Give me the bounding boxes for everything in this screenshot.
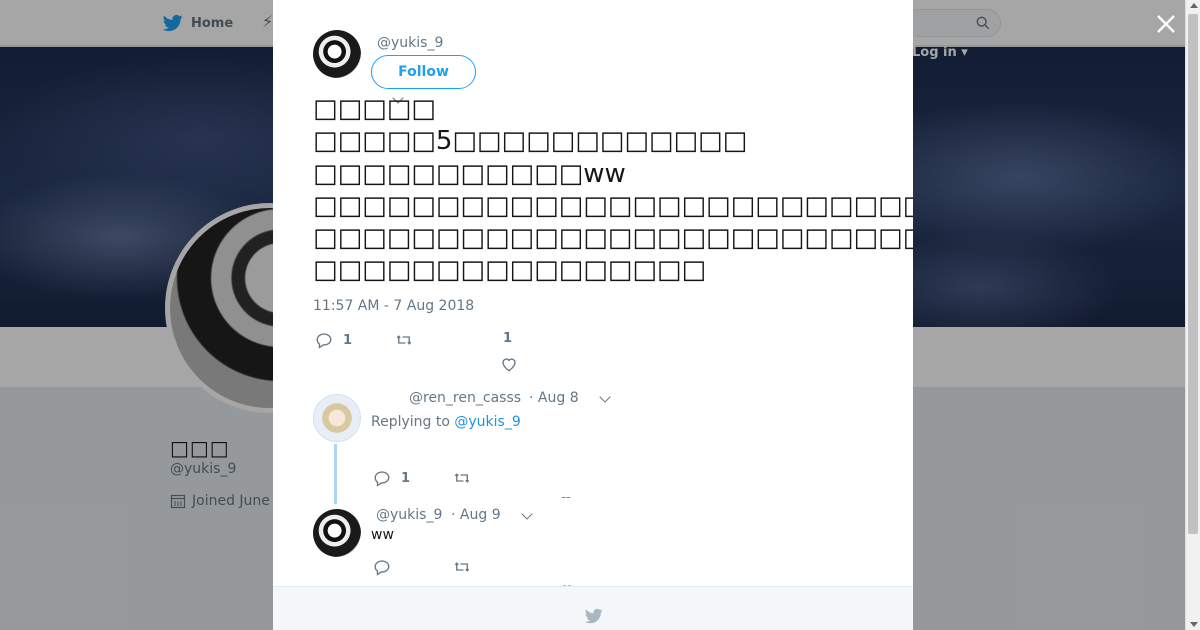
scroll-up-arrow-icon[interactable] bbox=[1190, 3, 1198, 8]
reply-retweet-button[interactable] bbox=[453, 469, 471, 487]
reply-heart-icon[interactable] bbox=[558, 494, 574, 498]
tweet-timestamp[interactable]: 11:57 AM - 7 Aug 2018 bbox=[313, 298, 474, 314]
tweet-text-line: □□□□□□□□□□□□□□□□□□□□□□□□□□□□□ bbox=[313, 223, 913, 254]
replying-to-text: Replying to @yukis_9 bbox=[371, 414, 521, 430]
tweet-text: □□□□□ □□□□□5□□□□□□□□□□□□ □□□□□□□□□□□ww □… bbox=[313, 93, 913, 287]
heart-icon bbox=[561, 497, 571, 498]
reply-button[interactable]: 1 bbox=[315, 331, 352, 349]
twitter-bird-icon bbox=[584, 608, 603, 624]
retweet-icon bbox=[454, 562, 470, 572]
reply-author-handle[interactable]: @yukis_9 bbox=[376, 507, 442, 523]
reply-options-chevron-down-icon[interactable] bbox=[521, 508, 533, 520]
tweet-modal: @yukis_9 Follow □□□□□ □□□□□5□□□□□□□□□□□□… bbox=[273, 0, 913, 630]
replying-to-prefix: Replying to bbox=[371, 414, 450, 430]
like-count-wrap: 1 bbox=[503, 331, 512, 346]
retweet-icon bbox=[396, 335, 412, 345]
reply-count: 1 bbox=[343, 332, 353, 348]
reply-options-chevron-down-icon[interactable] bbox=[599, 391, 611, 403]
thread-connector-line bbox=[334, 444, 337, 504]
page-scrollbar[interactable] bbox=[1185, 0, 1200, 630]
tweet-author-handle[interactable]: @yukis_9 bbox=[377, 35, 443, 51]
modal-footer bbox=[273, 586, 913, 630]
tweet-text-line: □□□□□□□□□□□□□□□□ bbox=[313, 255, 707, 286]
tweet-text-line: □□□□□□□□□□□ww bbox=[313, 158, 626, 189]
like-count: 1 bbox=[503, 331, 513, 346]
reply-date[interactable]: · Aug 8 bbox=[529, 390, 579, 406]
tweet-author-avatar[interactable] bbox=[313, 30, 361, 78]
reply-reply-button[interactable]: 1 bbox=[373, 469, 410, 487]
reply-author-avatar[interactable] bbox=[313, 509, 361, 557]
tweet-text-line: □□□□□ bbox=[313, 94, 436, 124]
scrollbar-thumb[interactable] bbox=[1188, 14, 1198, 534]
heart-icon[interactable] bbox=[500, 355, 518, 373]
reply-author-avatar[interactable] bbox=[313, 394, 361, 442]
follow-button[interactable]: Follow bbox=[371, 55, 476, 89]
reply-text: ww bbox=[371, 527, 394, 543]
reply-icon bbox=[316, 333, 332, 349]
retweet-button[interactable] bbox=[395, 331, 423, 349]
retweet-icon bbox=[454, 473, 470, 483]
reply-reply-count: 1 bbox=[401, 470, 411, 486]
reply-date[interactable]: · Aug 9 bbox=[451, 507, 501, 523]
close-icon[interactable] bbox=[1154, 12, 1178, 36]
scroll-down-arrow-icon[interactable] bbox=[1190, 622, 1198, 627]
reply-author-handle[interactable]: @ren_ren_casss bbox=[409, 390, 521, 406]
tweet-text-line: □□□□□□□□□□□□□□□□□□□□□□□□□ bbox=[313, 190, 913, 221]
replying-to-link[interactable]: @yukis_9 bbox=[454, 414, 520, 430]
reply-icon bbox=[374, 560, 390, 576]
reply-reply-button[interactable] bbox=[373, 558, 391, 576]
reply-retweet-button[interactable] bbox=[453, 558, 471, 576]
reply-icon bbox=[374, 471, 390, 487]
tweet-text-line: □□□□□5□□□□□□□□□□□□ bbox=[313, 126, 748, 157]
